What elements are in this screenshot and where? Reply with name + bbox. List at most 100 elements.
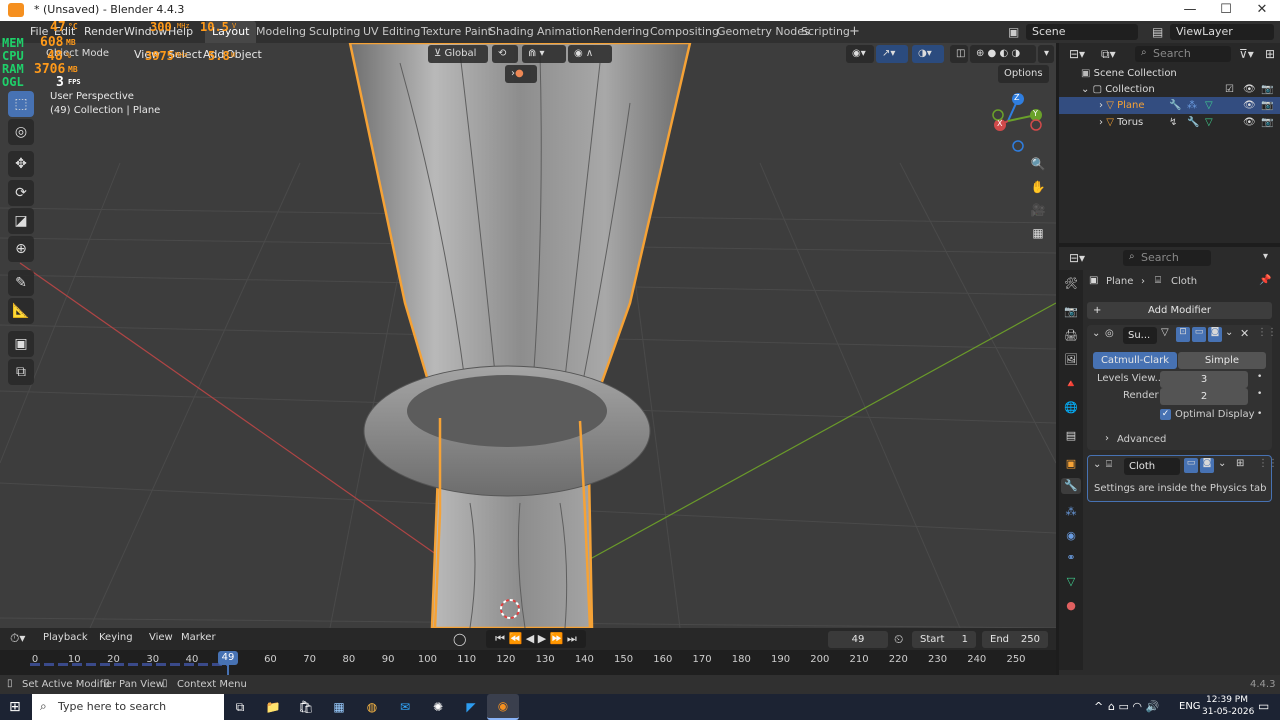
levels-viewport-field[interactable]: 3: [1160, 371, 1248, 388]
transform-orientation-dropdown[interactable]: ⊻ Global: [428, 45, 488, 63]
editor-type-icon[interactable]: ⊟▾: [1069, 251, 1085, 265]
tray-icons[interactable]: ⌂ ▭ ◠ 🔊: [1108, 700, 1159, 713]
menu-render[interactable]: Render: [84, 25, 123, 38]
outliner-search-input[interactable]: Search: [1135, 46, 1231, 62]
taskbar-search-box[interactable]: ⌕ Type here to search: [32, 694, 224, 720]
zoom-button[interactable]: 🔍: [1027, 153, 1049, 175]
playhead[interactable]: 49: [218, 651, 238, 665]
drag-handle-icon[interactable]: ⋮⋮: [1258, 458, 1278, 469]
select-box-tool[interactable]: ⬚: [8, 91, 34, 117]
play-icon[interactable]: ▶: [538, 632, 550, 645]
language-indicator[interactable]: ENG: [1179, 701, 1201, 712]
eye-icon[interactable]: 👁: [1243, 114, 1256, 131]
snap-toggle[interactable]: ⋒ ▾: [522, 45, 566, 63]
realtime-toggle-icon[interactable]: ▭: [1184, 458, 1198, 473]
cage-toggle-icon[interactable]: ⊡: [1176, 327, 1190, 342]
clock-icon[interactable]: ⏲: [894, 632, 903, 647]
properties-search-input[interactable]: Search: [1123, 250, 1211, 266]
render-toggle-icon[interactable]: ◙: [1200, 458, 1214, 473]
tray-chevron-icon[interactable]: ^: [1094, 700, 1103, 713]
catmull-clark-button[interactable]: Catmull-Clark: [1093, 352, 1177, 369]
options-dropdown[interactable]: Options: [998, 65, 1049, 83]
checkbox-icon[interactable]: ☑: [1225, 81, 1234, 98]
current-frame-field[interactable]: 49: [828, 631, 888, 648]
menu-file[interactable]: File: [30, 25, 48, 38]
prev-key-icon[interactable]: ⏪: [509, 632, 526, 645]
pivot-point-dropdown[interactable]: ⟲: [492, 45, 518, 63]
extra-options-icon[interactable]: ⊞: [1236, 458, 1244, 469]
eye-icon[interactable]: 👁: [1243, 97, 1256, 114]
jump-end-icon[interactable]: ⏭: [567, 632, 577, 645]
display-mode-icon[interactable]: ⧉▾: [1101, 47, 1116, 62]
timeline-menu-view[interactable]: View: [149, 632, 173, 643]
vscode-icon[interactable]: ◤: [461, 697, 481, 717]
scene-selector[interactable]: Scene: [1026, 24, 1138, 40]
view-layer-selector[interactable]: ViewLayer: [1170, 24, 1274, 40]
scene-tab-icon[interactable]: 🔺: [1063, 376, 1079, 392]
outliner-row-scene-collection[interactable]: ▣ Scene Collection: [1059, 65, 1280, 82]
camera-icon[interactable]: 📷: [1261, 81, 1273, 98]
minimize-button[interactable]: —: [1172, 0, 1208, 21]
cloth-plane-mesh[interactable]: [348, 43, 692, 628]
move-tool[interactable]: ✥: [8, 151, 34, 177]
chevron-down-icon[interactable]: ⌄: [1093, 459, 1101, 470]
render-tab-icon[interactable]: 📷: [1063, 304, 1079, 320]
new-collection-icon[interactable]: ⊞: [1265, 47, 1275, 61]
constraints-tab-icon[interactable]: ⚭: [1063, 550, 1079, 566]
playback-controls[interactable]: ⏮ ⏪ ◀ ▶ ⏩ ⏭: [486, 630, 586, 648]
optimal-display-checkbox[interactable]: ✓: [1160, 409, 1171, 420]
proportional-editing-toggle[interactable]: ◉ ∧: [568, 45, 612, 63]
particles-tab-icon[interactable]: ⁂: [1063, 504, 1079, 520]
data-tab-icon[interactable]: ▽: [1063, 574, 1079, 590]
close-button[interactable]: ✕: [1244, 0, 1280, 21]
object-tab-icon[interactable]: ▣: [1063, 456, 1079, 472]
file-explorer-icon[interactable]: 📁: [263, 697, 283, 717]
next-key-icon[interactable]: ⏩: [550, 632, 567, 645]
material-tab-icon[interactable]: ●: [1063, 598, 1079, 614]
transform-tool[interactable]: ⊕: [8, 236, 34, 262]
mail-icon[interactable]: ✉: [395, 697, 415, 717]
add-cube-tool[interactable]: ▣: [8, 331, 34, 357]
chevron-right-icon[interactable]: ›: [1105, 433, 1109, 444]
shading-popover[interactable]: ▾: [1038, 45, 1054, 63]
camera-view-button[interactable]: 🎥: [1027, 199, 1049, 221]
gizmo-dropdown[interactable]: ↗▾: [876, 45, 908, 63]
remove-modifier-icon[interactable]: ✕: [1240, 327, 1249, 340]
windows-start-icon[interactable]: ⊞: [9, 699, 21, 715]
simple-button[interactable]: Simple: [1178, 352, 1266, 369]
blender-taskbar-icon[interactable]: ◉: [487, 694, 519, 720]
notifications-icon[interactable]: ▭: [1258, 699, 1269, 713]
ortho-toggle-button[interactable]: ▦: [1027, 222, 1049, 244]
outliner-row-torus[interactable]: › ▽ Torus ↯ 🔧 ▽ 👁 📷: [1059, 114, 1280, 131]
add-modifier-button[interactable]: + Add Modifier: [1087, 302, 1272, 319]
editor-type-icon[interactable]: ⊟▾: [1069, 47, 1085, 61]
xray-toggle[interactable]: ◫: [950, 45, 968, 63]
chatgpt-icon[interactable]: ✺: [428, 697, 448, 717]
view-layer-tab-icon[interactable]: 🖼: [1063, 352, 1079, 368]
measure-tool[interactable]: 📐: [8, 298, 34, 324]
start-frame-field[interactable]: Start 1: [912, 631, 976, 648]
gizmo-toggle[interactable]: ›●: [505, 65, 537, 83]
add-workspace-button[interactable]: +: [842, 21, 867, 43]
clock-time[interactable]: 12:39 PM: [1206, 695, 1248, 705]
app-icon[interactable]: ▦: [329, 697, 349, 717]
pan-button[interactable]: ✋: [1027, 176, 1049, 198]
play-reverse-icon[interactable]: ◀: [526, 632, 538, 645]
mode-selector[interactable]: Object Mode: [40, 45, 128, 63]
render-toggle-icon[interactable]: ◙: [1208, 327, 1222, 342]
tool-tab-icon[interactable]: 🛠: [1063, 276, 1079, 292]
annotate-tool[interactable]: ✎: [8, 270, 34, 296]
world-tab-icon[interactable]: 🌐: [1063, 400, 1079, 416]
task-view-icon[interactable]: ⧉: [230, 697, 250, 717]
cursor-tool[interactable]: ◎: [8, 119, 34, 145]
keyframe-dot-icon[interactable]: •: [1257, 409, 1262, 419]
realtime-toggle-icon[interactable]: ▭: [1192, 327, 1206, 342]
subsurf-name-field[interactable]: Su...: [1123, 327, 1157, 344]
editor-type-icon[interactable]: ⏱▾: [10, 631, 25, 646]
modifier-tab-icon[interactable]: 🔧: [1061, 478, 1081, 494]
keyframe-dot-icon[interactable]: •: [1257, 372, 1262, 382]
jump-start-icon[interactable]: ⏮: [495, 632, 508, 645]
scale-tool[interactable]: ◪: [8, 208, 34, 234]
chevron-down-icon[interactable]: ⌄: [1225, 327, 1233, 338]
visibility-dropdown[interactable]: ◉▾: [846, 45, 874, 63]
